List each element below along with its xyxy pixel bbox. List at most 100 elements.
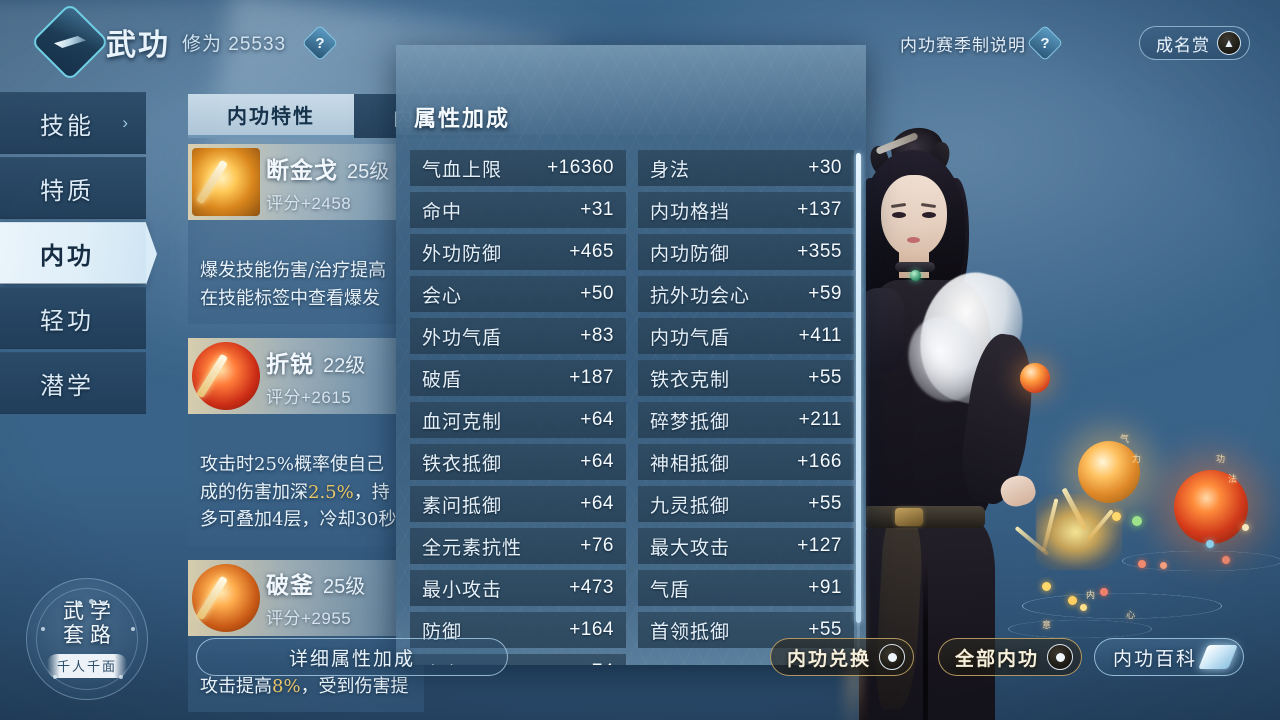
skill-description: 攻击时25%概率使自己 成的伤害加深2.5%，持 多可叠加4层，冷却30秒 <box>188 414 424 546</box>
list-item[interactable]: 折锐 22级 评分+2615 攻击时25%概率使自己 成的伤害加深2.5%，持 … <box>188 338 424 546</box>
list-item[interactable]: 破釜 25级 评分+2955 攻击提高8%，受到伤害提 <box>188 559 424 713</box>
sidebar-item-qinggong[interactable]: 轻功 <box>0 287 146 349</box>
sidebar-item-label: 技能 <box>40 111 94 140</box>
skill-score: 评分+2955 <box>266 609 352 629</box>
scrollbar-thumb[interactable] <box>856 153 861 623</box>
attribute-key: 素问抵御 <box>422 494 503 517</box>
skill-score: 评分+2458 <box>266 193 352 213</box>
attribute-value: +31 <box>580 199 614 220</box>
attribute-key: 内功气盾 <box>650 326 731 349</box>
attribute-row: 气盾 +91 <box>638 570 854 606</box>
skill-name: 断金戈 25级 <box>266 156 390 184</box>
neigong-wiki-button[interactable]: 内功百科 <box>1094 638 1245 676</box>
attribute-value: +76 <box>580 535 614 556</box>
attribute-key: 气血上限 <box>422 158 503 181</box>
skill-name: 折锐 22级 <box>266 350 366 378</box>
attribute-value: +355 <box>797 241 842 262</box>
attribute-row: 抗外功会心 +59 <box>638 276 854 312</box>
attribute-value: +137 <box>797 199 842 220</box>
attribute-value: +59 <box>808 283 842 304</box>
sidebar-item-label: 轻功 <box>40 306 94 335</box>
scroll-book-icon <box>1198 645 1238 669</box>
attribute-row: 破盾 +187 <box>410 360 626 396</box>
attribute-row: 碎梦抵御 +211 <box>638 402 854 438</box>
sidebar-item-jineng[interactable]: 技能 › <box>0 92 146 154</box>
season-help-button[interactable]: 内功赛季制说明 ? <box>900 24 1064 62</box>
attribute-key: 最大攻击 <box>650 536 731 559</box>
attribute-grid: 气血上限 +16360 身法 +30 命中 +31 内功格挡 +137 外功防御 +465 内功防御… <box>410 150 854 665</box>
list-item[interactable]: 断金戈 25级 评分+2458 爆发技能伤害/治疗提高 在技能标签中查看爆发 <box>188 144 424 325</box>
attribute-row: 外功气盾 +83 <box>410 318 626 354</box>
vertical-scrollbar[interactable] <box>856 153 861 665</box>
attribute-value: +55 <box>808 367 842 388</box>
season-help-label: 内功赛季制说明 <box>900 35 1026 56</box>
sidebar-item-label: 特质 <box>40 176 94 205</box>
attribute-key: 身法 <box>650 158 691 181</box>
attribute-row: 最大攻击 +127 <box>638 528 854 564</box>
attribute-value: +211 <box>798 409 842 430</box>
attribute-key: 全元素抗性 <box>422 536 523 559</box>
sidebar-item-neigong[interactable]: 内功 <box>0 222 157 285</box>
attribute-value: +411 <box>798 325 842 346</box>
attribute-row: 神相抵御 +166 <box>638 444 854 480</box>
attribute-value: +127 <box>797 535 842 556</box>
skill-header: 折锐 22级 评分+2615 <box>188 338 424 415</box>
wuxue-taolu-badge[interactable]: 武学 套路 千人千面 <box>26 578 148 700</box>
attribute-key: 血河克制 <box>422 410 503 433</box>
sidebar-item-label: 潜学 <box>40 371 94 400</box>
red-blade-orb-icon <box>192 342 260 411</box>
attribute-row: 内功格挡 +137 <box>638 192 854 228</box>
attribute-row: 九灵抵御 +55 <box>638 486 854 522</box>
question-mark-icon[interactable]: ? <box>301 24 339 62</box>
detail-attribute-button[interactable]: 详细属性加成 <box>196 638 508 676</box>
sidebar-item-label: 内功 <box>40 240 94 270</box>
attribute-row: 气血上限 +16360 <box>410 150 626 186</box>
sidebar-item-tezhi[interactable]: 特质 <box>0 157 146 219</box>
skill-score: 评分+2615 <box>266 387 352 407</box>
attribute-value: +465 <box>569 241 614 262</box>
circle-target-icon <box>879 644 906 670</box>
attribute-value: +64 <box>580 451 614 472</box>
attribute-row: 外功防御 +465 <box>410 234 626 270</box>
attribute-key: 内功格挡 <box>650 200 731 223</box>
gold-star-burst-icon <box>192 148 260 216</box>
attribute-row: 最小攻击 +473 <box>410 570 626 606</box>
attribute-key: 破盾 <box>422 368 463 391</box>
attribute-key: 抗外功会心 <box>650 284 751 307</box>
cultivation-value: 修为 25533 <box>182 34 287 55</box>
skill-header: 破釜 25级 评分+2955 <box>188 559 424 636</box>
attribute-key: 铁衣抵御 <box>422 452 503 475</box>
attribute-value: +473 <box>569 577 614 598</box>
attribute-key: 铁衣克制 <box>650 368 731 391</box>
attribute-key: 九灵抵御 <box>650 494 731 517</box>
tab-neigong-texing[interactable]: 内功特性 <box>188 94 354 138</box>
neigong-exchange-label: 内功兑换 <box>787 647 872 670</box>
attribute-key: 外功气盾 <box>422 326 503 349</box>
attribute-value: +187 <box>569 367 614 388</box>
attribute-value: +30 <box>808 157 842 178</box>
question-mark-icon[interactable]: ? <box>1026 24 1064 62</box>
attribute-key: 内功防御 <box>650 242 731 265</box>
page-title: 武功 <box>106 28 170 63</box>
chevron-right-icon: › <box>122 113 128 132</box>
fame-reward-button[interactable]: 成名赏 ▲ <box>1139 26 1250 60</box>
attribute-value: +91 <box>808 577 842 598</box>
attribute-value: +50 <box>580 283 614 304</box>
all-neigong-label: 全部内功 <box>955 647 1040 670</box>
sidebar-item-qianxue[interactable]: 潜学 <box>0 352 146 414</box>
attribute-value: +164 <box>569 619 614 640</box>
skill-level: 22级 <box>323 354 366 377</box>
neigong-exchange-button[interactable]: 内功兑换 <box>770 638 915 676</box>
skill-description: 爆发技能伤害/治疗提高 在技能标签中查看爆发 <box>188 220 424 325</box>
attribute-row: 素问抵御 +64 <box>410 486 626 522</box>
attribute-value: +16360 <box>547 157 614 178</box>
attribute-key: 气盾 <box>650 578 691 601</box>
attribute-key: 碎梦抵御 <box>650 410 731 433</box>
attribute-row: 全元素抗性 +76 <box>410 528 626 564</box>
all-neigong-button[interactable]: 全部内功 <box>938 638 1083 676</box>
skill-level: 25级 <box>347 160 390 183</box>
attribute-key: 外功防御 <box>422 242 503 265</box>
attribute-bonus-panel: 属性加成 气血上限 +16360 身法 +30 命中 +31 内功格挡 +137 外功防御 +46… <box>396 45 866 665</box>
attribute-key: 首领抵御 <box>650 620 731 643</box>
skill-name: 破釜 25级 <box>266 572 366 600</box>
